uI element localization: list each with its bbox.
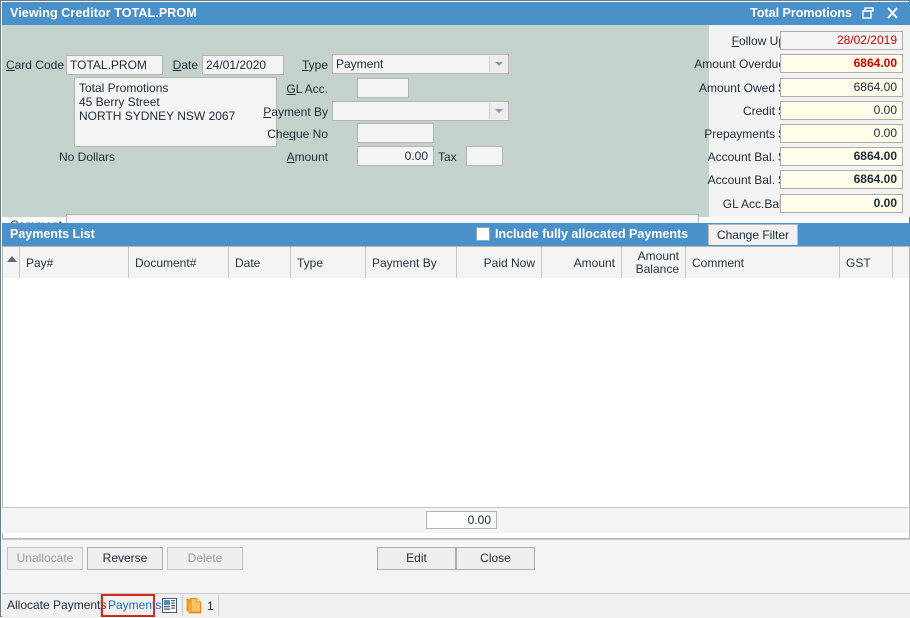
col-header-date[interactable]: Date (229, 247, 291, 278)
col-header-pay-number[interactable]: Pay# (20, 247, 129, 278)
col-header-paid-now[interactable]: Paid Now (457, 247, 542, 278)
delete-button[interactable]: Delete (167, 547, 243, 570)
gl-acc-bal-field: 0.00 (780, 194, 903, 213)
restore-icon[interactable] (860, 5, 878, 22)
status-allocate-payments: Allocate Payments (2, 594, 101, 617)
col-header-comment[interactable]: Comment (686, 247, 840, 278)
copies-count: 1 (207, 595, 214, 617)
account-bal-1-field: 6864.00 (780, 147, 903, 166)
creditor-form-panel: Card Code TOTAL.PROM Date 24/01/2020 Tot… (2, 25, 709, 217)
tax-field[interactable] (466, 146, 503, 166)
no-dollars-text: No Dollars (59, 150, 115, 164)
amount-owed-field: 6864.00 (780, 78, 903, 97)
gl-acc-field[interactable] (357, 78, 409, 98)
account-bal-2-field: 6864.00 (780, 170, 903, 189)
follow-up-field[interactable]: 28/02/2019 (780, 31, 903, 50)
col-header-document-number[interactable]: Document# (129, 247, 229, 278)
copies-cell[interactable]: 1 (183, 595, 219, 616)
col-header-spacer (893, 247, 909, 278)
edit-button[interactable]: Edit (377, 547, 456, 570)
grid-select-all-corner[interactable] (3, 247, 20, 278)
col-header-type[interactable]: Type (291, 247, 366, 278)
payment-by-label: Payment By (245, 105, 328, 119)
payments-grid: Pay# Document# Date Type Payment By Paid… (2, 246, 910, 539)
close-icon[interactable] (884, 5, 902, 22)
type-label: Type (270, 58, 328, 72)
credit-field: 0.00 (780, 101, 903, 120)
grid-body[interactable] (3, 278, 909, 537)
type-combo[interactable]: Payment (332, 54, 509, 74)
report-icon-cell[interactable] (156, 595, 183, 616)
reverse-button[interactable]: Reverse (87, 547, 163, 570)
grid-total-row: 0.00 (2, 507, 908, 533)
gl-acc-label: GL Acc. (255, 82, 328, 96)
include-allocated-label: Include fully allocated Payments (495, 227, 688, 241)
col-header-amount-balance[interactable]: Amount Balance (622, 247, 686, 278)
status-bar: Allocate Payments Payments (2, 593, 910, 618)
gl-acc-bal-label: GL Acc.Bal. (723, 197, 785, 211)
address-line-2: 45 Berry Street (79, 95, 272, 109)
follow-up-label: Follow Up (732, 34, 785, 48)
col-header-payment-by[interactable]: Payment By (366, 247, 457, 278)
payment-by-combo[interactable] (332, 101, 509, 121)
status-empty (219, 594, 910, 617)
card-code-field[interactable]: TOTAL.PROM (66, 55, 163, 75)
button-bar: Unallocate Reverse Delete Edit Close (2, 539, 910, 594)
date-label: Date (162, 58, 198, 72)
amount-owed-label: Amount Owed $ (699, 81, 785, 95)
payments-list-title: Payments List (10, 227, 95, 241)
credit-label: Credit $ (743, 104, 785, 118)
col-header-gst[interactable]: GST (840, 247, 893, 278)
include-allocated-checkbox[interactable] (476, 227, 490, 241)
type-value: Payment (336, 57, 383, 71)
tax-label: Tax (438, 150, 464, 164)
amount-balance-line2: Balance (628, 263, 679, 276)
col-header-amount[interactable]: Amount (542, 247, 622, 278)
title-bar: Viewing Creditor TOTAL.PROM Total Promot… (2, 2, 910, 25)
grid-header-row: Pay# Document# Date Type Payment By Paid… (3, 247, 909, 279)
account-bal-2-label: Account Bal. $ (708, 173, 785, 187)
amount-overdue-label: Amount Overdue (694, 57, 785, 71)
report-icon[interactable] (156, 598, 182, 613)
close-button[interactable]: Close (456, 547, 535, 570)
card-code-label: Card Code (4, 58, 64, 72)
status-payments-tab[interactable]: Payments (101, 594, 155, 617)
amount-overdue-field: 6864.00 (780, 54, 903, 73)
cheque-no-label: Cheque No (245, 127, 328, 141)
window-title: Viewing Creditor TOTAL.PROM (10, 6, 197, 20)
address-line-3: NORTH SYDNEY NSW 2067 (79, 109, 272, 123)
window-title-right: Total Promotions (750, 6, 852, 20)
creditor-window: Viewing Creditor TOTAL.PROM Total Promot… (0, 0, 910, 617)
change-filter-tab[interactable]: Change Filter (708, 224, 798, 245)
grid-total-field: 0.00 (426, 511, 497, 529)
address-line-1: Total Promotions (79, 81, 272, 95)
prepayments-field: 0.00 (780, 124, 903, 143)
amount-label: Amount (258, 150, 328, 164)
prepayments-label: Prepayments $ (704, 127, 785, 141)
account-bal-1-label: Account Bal. $ (708, 150, 785, 164)
chevron-down-icon[interactable] (489, 103, 507, 119)
chevron-down-icon[interactable] (489, 56, 507, 72)
unallocate-button[interactable]: Unallocate (7, 547, 83, 570)
amount-field[interactable]: 0.00 (357, 146, 434, 166)
cheque-no-field[interactable] (357, 123, 434, 143)
